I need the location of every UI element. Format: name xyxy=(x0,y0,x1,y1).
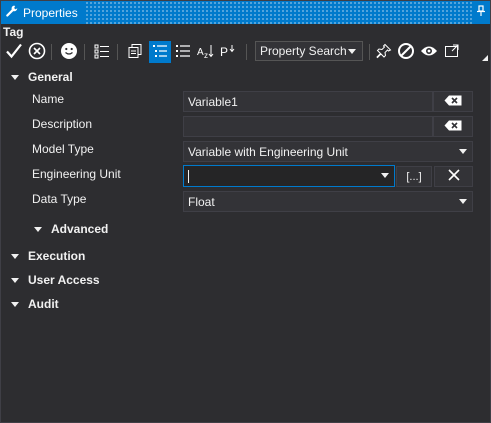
toolbar-separator xyxy=(51,44,52,60)
collapse-triangle-icon xyxy=(11,74,19,80)
expand-window-icon xyxy=(444,43,460,62)
category-general[interactable]: General xyxy=(11,66,73,88)
browse-label: [...] xyxy=(406,170,422,183)
properties-window: Properties Tag A z P Property Search Gen… xyxy=(0,0,491,423)
category-user-access[interactable]: User Access xyxy=(11,269,100,291)
toolbar-separator xyxy=(84,44,85,60)
copy-button[interactable] xyxy=(124,41,146,63)
eye-icon xyxy=(420,44,438,61)
category-label: Advanced xyxy=(51,222,109,236)
description-field[interactable] xyxy=(183,116,433,137)
smiley-button[interactable] xyxy=(58,41,80,63)
smiley-icon xyxy=(60,42,78,63)
checkmark-icon xyxy=(5,42,23,63)
pin-icon xyxy=(476,5,486,20)
apply-button[interactable] xyxy=(3,41,25,63)
name-field[interactable]: Variable1 xyxy=(183,91,433,112)
category-advanced[interactable]: Advanced xyxy=(34,218,108,240)
data-type-dropdown[interactable]: Float xyxy=(183,191,473,212)
wrench-icon xyxy=(5,4,19,21)
pushpin-icon xyxy=(376,43,392,62)
chevron-down-icon xyxy=(381,173,389,178)
categorized-list-icon xyxy=(152,43,168,62)
title-group: Properties xyxy=(1,1,84,24)
chevron-down-icon xyxy=(459,199,467,204)
collapse-triangle-icon xyxy=(11,301,19,307)
svg-text:z: z xyxy=(204,51,208,59)
category-label: Execution xyxy=(28,249,86,263)
cancel-circle-icon xyxy=(28,42,46,63)
text-cursor xyxy=(188,169,189,183)
name-value: Variable1 xyxy=(188,94,238,109)
category-label: Audit xyxy=(28,297,59,311)
cancel-button[interactable] xyxy=(26,41,48,63)
panel-title: Properties xyxy=(23,5,78,20)
checklist-button[interactable] xyxy=(91,41,113,63)
pin-window-button[interactable] xyxy=(472,1,490,24)
bullet-list-icon xyxy=(175,43,191,62)
backspace-clear-icon xyxy=(444,95,462,109)
object-name: Tag xyxy=(3,25,24,39)
property-search-label: Property Search xyxy=(260,44,347,58)
copy-pages-icon xyxy=(127,43,143,62)
title-bar[interactable]: Properties xyxy=(1,1,490,24)
description-clear-button[interactable] xyxy=(433,116,473,137)
disable-button[interactable] xyxy=(395,41,417,63)
category-label: User Access xyxy=(28,273,100,287)
data-type-value: Float xyxy=(188,194,215,209)
engineering-unit-clear-button[interactable] xyxy=(434,166,473,187)
toolbar-separator xyxy=(246,44,247,60)
checklist-icon xyxy=(94,43,110,62)
engineering-unit-browse-button[interactable]: [...] xyxy=(396,166,432,187)
collapse-triangle-icon xyxy=(11,277,19,283)
property-search-dropdown[interactable]: Property Search xyxy=(255,41,363,61)
collapse-triangle-icon xyxy=(11,253,19,259)
sort-az-icon: Az xyxy=(197,43,215,62)
toolbar-separator xyxy=(369,44,370,60)
sort-alphabetical-button[interactable]: Az xyxy=(195,41,217,63)
list-view-button[interactable] xyxy=(172,41,194,63)
visibility-button[interactable] xyxy=(418,41,440,63)
backspace-clear-icon xyxy=(444,120,462,134)
toolbar: Az P Property Search xyxy=(1,39,490,65)
category-label: General xyxy=(28,70,73,84)
property-label-description: Description xyxy=(32,117,93,131)
prohibited-icon xyxy=(397,42,415,63)
chevron-down-icon xyxy=(348,49,356,54)
model-type-dropdown[interactable]: Variable with Engineering Unit xyxy=(183,141,473,162)
expand-view-button[interactable] xyxy=(441,41,463,63)
category-execution[interactable]: Execution xyxy=(11,245,85,267)
svg-text:P: P xyxy=(220,45,228,59)
property-label-engineering-unit: Engineering Unit xyxy=(32,167,121,181)
property-label-model-type: Model Type xyxy=(32,142,94,156)
toolbar-overflow-icon[interactable] xyxy=(482,55,488,61)
property-pages-button[interactable]: P xyxy=(218,41,240,63)
property-pages-icon: P xyxy=(220,43,238,62)
property-label-name: Name xyxy=(32,92,65,106)
categorized-view-button[interactable] xyxy=(149,41,171,63)
toolbar-separator xyxy=(117,44,118,60)
model-type-value: Variable with Engineering Unit xyxy=(188,144,348,159)
collapse-triangle-icon xyxy=(34,226,42,232)
svg-text:A: A xyxy=(197,47,204,58)
property-label-data-type: Data Type xyxy=(32,192,87,206)
close-icon xyxy=(447,169,460,184)
category-audit[interactable]: Audit xyxy=(11,293,59,315)
engineering-unit-combobox[interactable] xyxy=(183,165,395,187)
chevron-down-icon xyxy=(459,149,467,154)
pin-property-button[interactable] xyxy=(373,41,395,63)
name-clear-button[interactable] xyxy=(433,91,473,112)
